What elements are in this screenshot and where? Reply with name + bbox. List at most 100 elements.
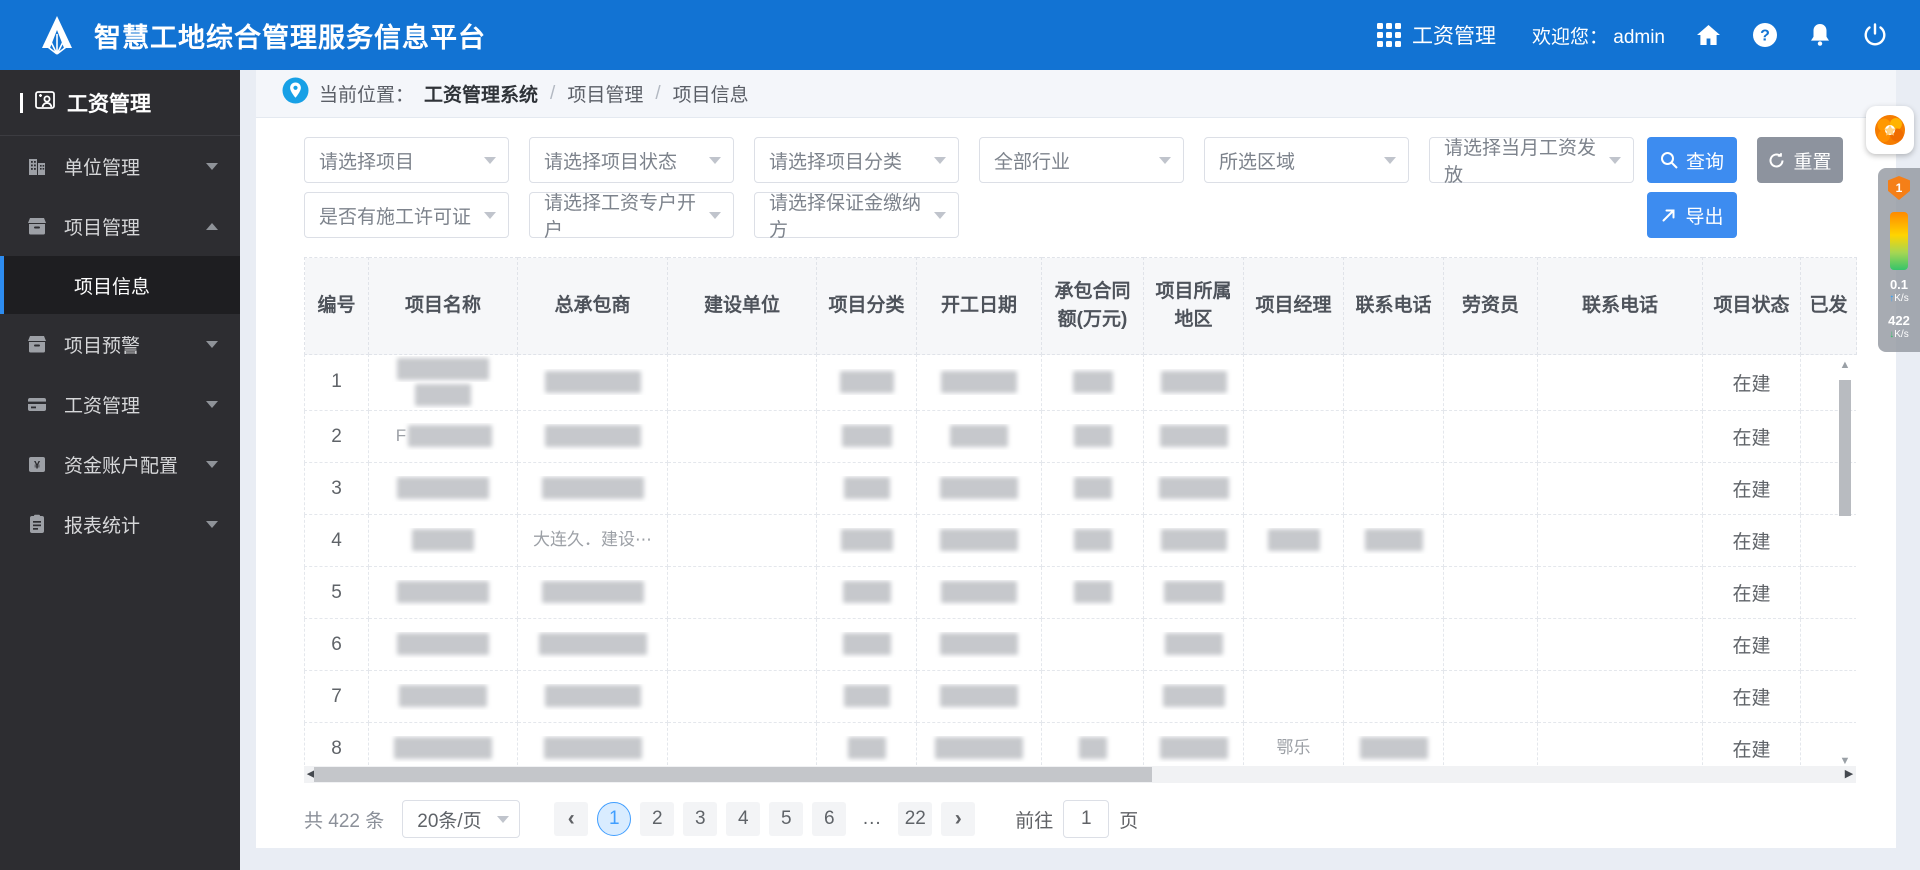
bell-icon[interactable] xyxy=(1808,22,1832,48)
home-icon[interactable] xyxy=(1695,23,1722,48)
table-cell xyxy=(667,670,817,723)
table-cell xyxy=(1443,410,1538,463)
sidebar-item-6[interactable]: 报表统计 xyxy=(0,494,240,554)
page-nav: ‹ 1 2 3 4 5 6... 22 › xyxy=(554,802,976,836)
net-speed-widget[interactable]: 1 0.1 ↑K/s 422 ↓K/s xyxy=(1878,168,1920,352)
sidebar-item-5[interactable]: ¥ 资金账户配置 xyxy=(0,434,240,494)
chevron-down-icon xyxy=(497,815,510,823)
column-header: 承包合同额(万元) xyxy=(1041,257,1144,355)
prev-page-button[interactable]: ‹ xyxy=(554,802,589,836)
chevron-up-icon xyxy=(206,222,218,230)
filter-select[interactable]: 全部行业 xyxy=(979,137,1184,183)
table-cell xyxy=(517,722,668,765)
filter-placeholder: 请选择当月工资发放 xyxy=(1444,138,1597,186)
filter-select[interactable]: 是否有施工许可证 xyxy=(304,192,509,238)
table-row[interactable]: 5 在建 xyxy=(304,566,1856,619)
table-row[interactable]: 3 在建 xyxy=(304,462,1856,515)
next-page-button[interactable]: › xyxy=(941,802,976,836)
sidebar-item-1[interactable]: 单位管理 xyxy=(0,136,240,196)
redacted-text xyxy=(1267,529,1320,552)
column-header: 劳资员 xyxy=(1443,257,1538,355)
table-cell xyxy=(368,670,518,723)
page-button-22[interactable]: 22 xyxy=(898,802,933,836)
table-cell xyxy=(368,462,518,515)
table-row[interactable]: 4 大连久．建设⋯ 在建 xyxy=(304,514,1856,567)
table-cell xyxy=(916,722,1042,765)
page-size-select[interactable]: 20条/页 xyxy=(402,800,521,838)
table-row[interactable]: 2 F 在建 xyxy=(304,410,1856,463)
filter-select[interactable]: 请选择项目状态 xyxy=(529,137,734,183)
power-icon[interactable] xyxy=(1862,22,1888,48)
sidebar-item-3[interactable]: 项目预警 xyxy=(0,314,240,374)
export-button[interactable]: 导出 xyxy=(1647,192,1737,238)
redacted-text xyxy=(1158,477,1229,500)
wallet-icon xyxy=(26,393,48,415)
breadcrumb-root[interactable]: 工资管理系统 xyxy=(424,80,538,107)
table-cell xyxy=(1041,462,1144,515)
reset-button[interactable]: 重置 xyxy=(1757,137,1843,183)
filter-select[interactable]: 请选择工资专户开户 xyxy=(529,192,734,241)
table-cell xyxy=(517,618,668,671)
filter-select[interactable]: 所选区域 xyxy=(1204,137,1409,183)
sidebar-subitem[interactable]: 项目信息 xyxy=(0,256,240,314)
page-button-3[interactable]: 3 xyxy=(683,802,718,836)
table-cell xyxy=(1041,410,1144,463)
breadcrumb-item[interactable]: 项目信息 xyxy=(673,80,749,107)
help-icon[interactable]: ? xyxy=(1752,22,1778,48)
redacted-text xyxy=(839,370,894,393)
redacted-text xyxy=(847,737,886,760)
breadcrumb-item[interactable]: 项目管理 xyxy=(567,80,643,107)
sidebar-item-2[interactable]: 项目管理 xyxy=(0,196,240,256)
filter-select[interactable]: 请选择项目 xyxy=(304,137,509,183)
filter-placeholder: 请选择保证金缴纳方 xyxy=(769,193,922,241)
sidebar-item-4[interactable]: 工资管理 xyxy=(0,374,240,434)
page-button-6[interactable]: 6 xyxy=(812,802,847,836)
redacted-text xyxy=(935,737,1023,760)
table-row[interactable]: 1 在建 xyxy=(304,354,1856,411)
table-cell xyxy=(1041,618,1144,671)
filter-select[interactable]: 请选择当月工资发放 xyxy=(1429,137,1634,186)
more-pages-button[interactable]: ... xyxy=(855,802,889,836)
page-button-2[interactable]: 2 xyxy=(640,802,675,836)
search-button[interactable]: 查询 xyxy=(1647,137,1737,183)
table-cell xyxy=(816,514,917,567)
redacted-text xyxy=(1160,529,1227,552)
filter-placeholder: 请选择项目分类 xyxy=(769,151,903,173)
table-row[interactable]: 7 在建 xyxy=(304,670,1856,723)
row-number: 1 xyxy=(304,354,369,411)
goto-label: 前往 xyxy=(1015,810,1054,832)
horizontal-scrollbar[interactable]: ◀ ▶ xyxy=(304,766,1856,783)
horizontal-scroll-thumb[interactable] xyxy=(314,767,1152,782)
row-number: 8 xyxy=(304,722,369,765)
vertical-scrollbar[interactable]: ▲ ▼ xyxy=(1838,358,1852,768)
page-size-value: 20条/页 xyxy=(417,810,482,832)
column-header: 开工日期 xyxy=(916,257,1042,355)
project-box-icon xyxy=(26,215,48,237)
redacted-text xyxy=(415,383,471,406)
redacted-text xyxy=(1364,529,1423,552)
column-header: 项目状态 xyxy=(1702,257,1801,355)
redacted-text xyxy=(1159,737,1228,760)
table-cell xyxy=(1041,514,1144,567)
security-shield-badge[interactable]: 1 xyxy=(1888,176,1910,200)
filter-select[interactable]: 请选择保证金缴纳方 xyxy=(754,192,959,241)
scroll-up-icon[interactable]: ▲ xyxy=(1838,358,1852,372)
table-cell xyxy=(1041,722,1144,765)
goto-page-input[interactable] xyxy=(1063,800,1110,838)
filter-row-1: 请选择项目 请选择项目状态 请选择项目分类 全部行业 所选区域 请选择当月工资发放 xyxy=(304,137,1634,186)
filter-select[interactable]: 请选择项目分类 xyxy=(754,137,959,183)
table-row[interactable]: 6 在建 xyxy=(304,618,1856,671)
redacted-text xyxy=(544,425,641,448)
module-switcher[interactable]: 工资管理 xyxy=(1376,20,1496,50)
scroll-right-icon[interactable]: ▶ xyxy=(1842,766,1856,783)
table-row[interactable]: 8 鄂乐 在建 xyxy=(304,722,1856,765)
table-body-viewport: 1 在建 2 F 在建 3 在建 4 大连久．建设⋯ 在建 5 在建 6 在建 7 在建 8 鄂乐 在建 xyxy=(304,354,1856,765)
vertical-scroll-thumb[interactable] xyxy=(1839,380,1851,516)
page-button-5[interactable]: 5 xyxy=(769,802,804,836)
redacted-text xyxy=(1160,370,1227,393)
page-button-4[interactable]: 4 xyxy=(726,802,761,836)
table-cell xyxy=(1537,722,1703,765)
page-button-1[interactable]: 1 xyxy=(597,802,632,836)
redacted-text xyxy=(1163,581,1224,604)
browser-assistant-icon[interactable] xyxy=(1866,106,1914,154)
